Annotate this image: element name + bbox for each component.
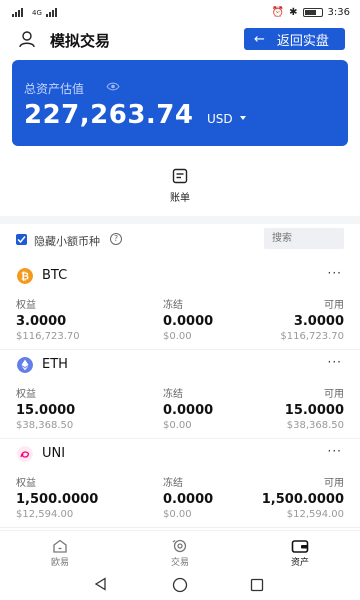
total-asset-amount: 227,263.74 xyxy=(24,100,194,130)
user-icon[interactable] xyxy=(18,30,36,48)
available-column: 可用 15.0000 $38,368.50 xyxy=(285,385,344,431)
wallet-icon xyxy=(291,540,309,553)
frozen-usd: $0.00 xyxy=(163,420,192,431)
page-title: 模拟交易 xyxy=(50,32,111,50)
trade-icon xyxy=(172,539,187,553)
caret-down-icon[interactable] xyxy=(240,116,246,120)
hide-small-checkbox[interactable] xyxy=(16,234,27,245)
app-screen: 4G ⏰ ✱ 3:36 模拟交易 ← 返回实盘 总资产估值 227,263.74… xyxy=(0,0,360,600)
nav-assets-label: 资产 xyxy=(290,558,309,568)
equity-column: 权益 1,500.0000 $12,594.00 xyxy=(16,474,98,520)
available-value: 3.0000 xyxy=(293,314,344,329)
more-icon[interactable]: ··· xyxy=(328,266,342,280)
nav-assets[interactable]: 资产 xyxy=(270,539,330,568)
nav-trade[interactable]: 交易 xyxy=(150,539,210,568)
search-input[interactable] xyxy=(264,228,344,249)
available-header: 可用 xyxy=(324,478,344,489)
check-icon xyxy=(17,236,26,244)
coin-symbol: BTC xyxy=(42,268,68,283)
bluetooth-icon: ✱ xyxy=(289,7,298,18)
frozen-header: 冻结 xyxy=(163,478,183,489)
equity-header: 权益 xyxy=(16,478,36,489)
equity-usd: $12,594.00 xyxy=(16,509,74,520)
signal-icon xyxy=(12,8,28,17)
coin-symbol: ETH xyxy=(42,357,68,372)
coin-row-eth[interactable]: ETH ··· 权益 15.0000 $38,368.50 冻结 0.0000 … xyxy=(0,351,360,439)
signal-group: 4G xyxy=(12,8,62,17)
available-value: 1,500.0000 xyxy=(261,492,344,507)
frozen-column: 冻结 0.0000 $0.00 xyxy=(163,296,213,342)
equity-header: 权益 xyxy=(16,389,36,400)
eth-icon xyxy=(17,357,33,373)
coin-symbol: UNI xyxy=(42,446,66,461)
nav-home[interactable]: 欧易 xyxy=(30,539,90,568)
battery-icon xyxy=(302,8,323,17)
bill-icon xyxy=(172,168,188,184)
clock: 3:36 xyxy=(327,7,350,18)
equity-usd: $116,723.70 xyxy=(16,331,80,342)
network-label: 4G xyxy=(32,8,42,17)
top-header: 模拟交易 ← 返回实盘 xyxy=(0,28,360,52)
more-icon[interactable]: ··· xyxy=(328,444,342,458)
back-triangle-icon[interactable] xyxy=(94,577,108,591)
svg-text:₿: ₿ xyxy=(21,271,29,283)
status-bar: 4G ⏰ ✱ 3:36 xyxy=(0,0,360,28)
alarm-icon: ⏰ xyxy=(271,7,285,18)
available-column: 可用 1,500.0000 $12,594.00 xyxy=(262,474,344,520)
currency-unit-selector[interactable]: USD xyxy=(207,112,233,126)
available-header: 可用 xyxy=(324,300,344,311)
help-icon[interactable]: ? xyxy=(110,233,122,245)
available-usd: $116,723.70 xyxy=(280,331,344,342)
uni-icon xyxy=(17,446,33,462)
total-asset-label: 总资产估值 xyxy=(24,82,85,96)
system-nav-bar xyxy=(0,570,360,600)
available-value: 15.0000 xyxy=(284,403,344,418)
nav-home-label: 欧易 xyxy=(50,558,69,568)
frozen-column: 冻结 0.0000 $0.00 xyxy=(163,385,213,431)
equity-value: 15.0000 xyxy=(16,403,76,418)
signal-icon-2 xyxy=(45,8,62,17)
equity-value: 3.0000 xyxy=(16,314,67,329)
equity-header: 权益 xyxy=(16,300,36,311)
bottom-nav: 欧易 交易 资产 xyxy=(0,530,360,570)
recent-square-icon[interactable] xyxy=(250,578,264,592)
btc-icon: ₿ xyxy=(17,268,33,284)
frozen-usd: $0.00 xyxy=(163,331,192,342)
eye-icon[interactable] xyxy=(106,82,120,91)
frozen-usd: $0.00 xyxy=(163,509,192,520)
equity-column: 权益 3.0000 $116,723.70 xyxy=(16,296,80,342)
home-circle-icon[interactable] xyxy=(172,577,188,593)
frozen-header: 冻结 xyxy=(163,300,183,311)
status-right: ⏰ ✱ 3:36 xyxy=(272,7,350,18)
equity-usd: $38,368.50 xyxy=(16,420,74,431)
more-icon[interactable]: ··· xyxy=(328,355,342,369)
coin-row-uni[interactable]: UNI ··· 权益 1,500.0000 $12,594.00 冻结 0.00… xyxy=(0,440,360,528)
available-usd: $12,594.00 xyxy=(286,509,344,520)
nav-trade-label: 交易 xyxy=(170,558,189,568)
frozen-header: 冻结 xyxy=(163,389,183,400)
frozen-column: 冻结 0.0000 $0.00 xyxy=(163,474,213,520)
back-to-live-button[interactable]: ← 返回实盘 xyxy=(244,28,345,50)
equity-value: 1,500.0000 xyxy=(16,492,99,507)
coin-row-btc[interactable]: ₿ BTC ··· 权益 3.0000 $116,723.70 冻结 0.000… xyxy=(0,262,360,350)
home-icon xyxy=(53,539,67,553)
section-divider xyxy=(0,216,360,224)
arrow-left-icon: ← xyxy=(254,31,265,47)
bill-button[interactable]: 账单 xyxy=(160,168,200,208)
back-button-label: 返回实盘 xyxy=(276,33,329,49)
available-usd: $38,368.50 xyxy=(286,420,344,431)
equity-column: 权益 15.0000 $38,368.50 xyxy=(16,385,75,431)
total-asset-card: 总资产估值 227,263.74 USD xyxy=(12,60,348,146)
available-column: 可用 3.0000 $116,723.70 xyxy=(280,296,344,342)
frozen-value: 0.0000 xyxy=(163,492,214,507)
hide-small-label[interactable]: 隐藏小额币种 xyxy=(34,233,100,249)
bill-label: 账单 xyxy=(170,193,190,204)
available-header: 可用 xyxy=(324,389,344,400)
frozen-value: 0.0000 xyxy=(163,403,214,418)
filter-row: 隐藏小额币种 ? xyxy=(0,228,360,250)
frozen-value: 0.0000 xyxy=(163,314,214,329)
